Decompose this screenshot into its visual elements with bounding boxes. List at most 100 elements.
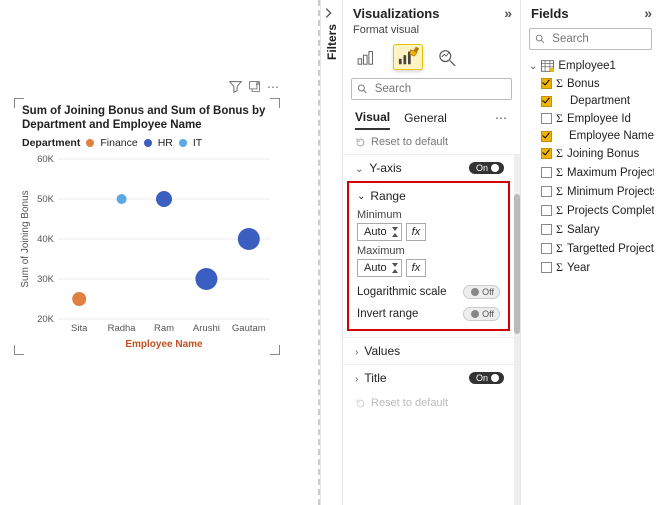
section-values[interactable]: ›Values <box>343 337 514 364</box>
table-node[interactable]: ⌄ Employee1 <box>527 58 654 74</box>
field-item[interactable]: Σ Minimum Projects <box>527 182 654 201</box>
field-checkbox[interactable] <box>541 243 552 254</box>
reset-to-default-top[interactable]: Reset to default <box>343 130 520 154</box>
field-item[interactable]: ΣYear <box>527 258 654 277</box>
format-search[interactable] <box>351 78 512 100</box>
chart-plot-area: 20K30K40K50K60KSitaRadhaRamArushiGautamS… <box>16 153 278 353</box>
filter-icon[interactable] <box>229 80 242 94</box>
fields-search[interactable] <box>529 28 652 50</box>
sigma-icon: Σ <box>556 184 563 199</box>
resize-handle-tr[interactable] <box>270 98 280 108</box>
svg-text:Gautam: Gautam <box>232 323 266 334</box>
legend-swatch-hr <box>144 139 152 147</box>
svg-text:Sita: Sita <box>71 323 88 334</box>
field-item[interactable]: Σ Maximum Projects <box>527 163 654 182</box>
field-label: Maximum Projects <box>567 167 654 179</box>
collapse-icon[interactable]: » <box>644 5 652 21</box>
field-label: Department <box>570 95 630 107</box>
field-checkbox[interactable] <box>541 186 552 197</box>
field-item[interactable]: Department <box>527 93 654 109</box>
reset-icon <box>355 398 366 409</box>
svg-text:20K: 20K <box>37 314 55 325</box>
field-item[interactable]: Σ Joining Bonus <box>527 144 654 163</box>
maximum-input[interactable]: Auto <box>357 259 402 277</box>
minimum-label: Minimum <box>357 209 500 221</box>
table-icon <box>541 60 554 72</box>
field-label: Joining Bonus <box>567 148 639 160</box>
legend-swatch-it <box>179 139 187 147</box>
field-item[interactable]: ΣTargetted Projects <box>527 239 654 258</box>
log-scale-toggle[interactable]: Off <box>463 285 500 299</box>
resize-handle-tl[interactable] <box>14 98 24 108</box>
field-checkbox[interactable] <box>541 224 552 235</box>
range-card-highlight: ⌄Range Minimum Auto fx Maximum Auto fx L… <box>347 181 510 331</box>
title-toggle[interactable]: On <box>469 372 504 384</box>
field-item[interactable]: Employee Name <box>527 128 654 144</box>
sigma-icon: Σ <box>556 146 563 161</box>
y-axis-toggle[interactable]: On <box>469 162 504 174</box>
svg-text:Sum of Joining Bonus: Sum of Joining Bonus <box>20 190 31 287</box>
field-checkbox[interactable] <box>541 96 552 107</box>
invert-range-toggle[interactable]: Off <box>463 307 500 321</box>
tab-general[interactable]: General <box>404 107 447 129</box>
reset-icon <box>355 137 366 148</box>
field-item[interactable]: ΣBonus <box>527 74 654 93</box>
field-label: Employee Name <box>569 130 654 142</box>
filters-pane-collapsed[interactable]: Filters <box>320 0 342 505</box>
maximum-label: Maximum <box>357 245 500 257</box>
maximum-fx-button[interactable]: fx <box>406 259 427 277</box>
minimum-input[interactable]: Auto <box>357 223 402 241</box>
svg-text:50K: 50K <box>37 194 55 205</box>
field-label: Bonus <box>567 78 600 90</box>
collapse-icon[interactable]: » <box>504 5 512 21</box>
focus-mode-icon[interactable] <box>248 80 261 94</box>
visualizations-panel: Visualizations » Format visual Visual Ge… <box>342 0 520 505</box>
legend-swatch-finance <box>86 139 94 147</box>
field-checkbox[interactable] <box>541 78 552 89</box>
more-options-icon[interactable]: ⋯ <box>267 80 280 94</box>
tab-more-icon[interactable]: ⋯ <box>495 111 508 125</box>
section-range[interactable]: ⌄Range <box>357 189 500 203</box>
fields-search-input[interactable] <box>550 32 646 46</box>
fields-tree: ⌄ Employee1 ΣBonusDepartmentΣEmployee Id… <box>521 56 660 279</box>
field-item[interactable]: Σ Projects Complet... <box>527 201 654 220</box>
viz-panel-title: Visualizations <box>353 6 439 21</box>
fields-panel-title: Fields <box>531 6 569 21</box>
field-label: Salary <box>567 224 600 236</box>
search-icon <box>357 83 368 95</box>
field-item[interactable]: ΣEmployee Id <box>527 109 654 128</box>
sigma-icon: Σ <box>556 165 563 180</box>
viz-panel-subtitle: Format visual <box>343 24 520 40</box>
section-y-axis[interactable]: ⌄Y-axis On <box>343 154 514 181</box>
sigma-icon: Σ <box>556 203 563 218</box>
svg-text:Employee Name: Employee Name <box>125 339 203 350</box>
field-checkbox[interactable] <box>541 148 552 159</box>
field-checkbox[interactable] <box>541 113 552 124</box>
field-label: Projects Complet... <box>567 205 654 217</box>
field-label: Employee Id <box>567 113 631 125</box>
field-checkbox[interactable] <box>541 262 552 273</box>
format-visual-tab[interactable] <box>393 44 423 70</box>
field-checkbox[interactable] <box>541 167 552 178</box>
section-title[interactable]: ›Title On <box>343 364 514 391</box>
tab-visual[interactable]: Visual <box>355 106 390 130</box>
invert-range-label: Invert range <box>357 308 418 320</box>
field-checkbox[interactable] <box>541 205 552 216</box>
fields-panel: Fields » ⌄ Employee1 ΣBonusDepartmentΣEm… <box>520 0 660 505</box>
field-item[interactable]: ΣSalary <box>527 220 654 239</box>
sigma-icon: Σ <box>556 241 563 256</box>
chevron-right-icon <box>321 6 335 20</box>
analytics-tab[interactable] <box>433 44 463 70</box>
field-checkbox[interactable] <box>541 131 552 142</box>
svg-text:Arushi: Arushi <box>193 323 220 334</box>
minimum-fx-button[interactable]: fx <box>406 223 427 241</box>
viz-scrollbar[interactable] <box>514 154 520 505</box>
field-label: Minimum Projects <box>567 186 654 198</box>
format-search-input[interactable] <box>373 82 506 96</box>
chart-title: Sum of Joining Bonus and Sum of Bonus by… <box>16 100 278 135</box>
report-canvas[interactable]: ⋯ Sum of Joining Bonus and Sum of Bonus … <box>0 0 320 505</box>
chart-visual[interactable]: ⋯ Sum of Joining Bonus and Sum of Bonus … <box>16 100 278 353</box>
filters-label: Filters <box>325 24 339 60</box>
svg-text:40K: 40K <box>37 234 55 245</box>
build-visual-tab[interactable] <box>353 44 383 70</box>
